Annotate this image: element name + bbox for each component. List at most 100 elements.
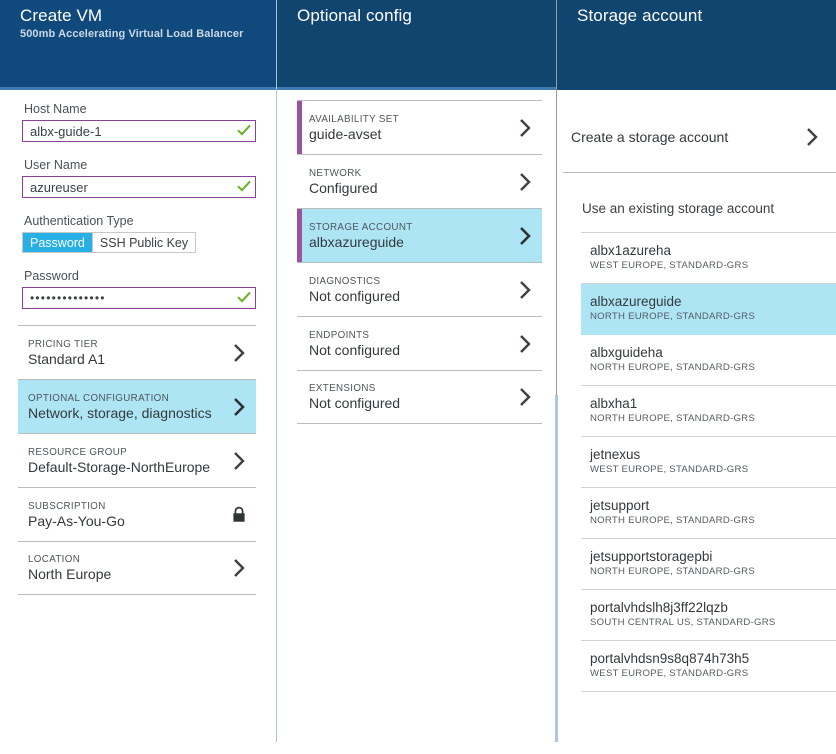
row-label: DIAGNOSTICS <box>309 275 381 287</box>
row-optional-configuration[interactable]: OPTIONAL CONFIGURATION Network, storage,… <box>18 379 256 433</box>
storage-account-meta: WEST EUROPE, STANDARD-GRS <box>590 668 749 679</box>
chevron-right-icon[interactable] <box>222 451 256 471</box>
list-item[interactable]: albxha1 NORTH EUROPE, STANDARD-GRS <box>581 386 836 437</box>
chevron-right-icon[interactable] <box>508 226 542 246</box>
row-value: Not configured <box>309 395 401 411</box>
create-storage-account-label: Create a storage account <box>571 129 729 145</box>
host-name-input[interactable]: albx-guide-1 <box>22 120 256 142</box>
row-value: Default-Storage-NorthEurope <box>28 458 211 475</box>
optional-config-title: Optional config <box>297 6 412 25</box>
row-diagnostics[interactable]: DIAGNOSTICS Not configured <box>297 262 542 316</box>
blade-create-vm: Create VM 500mb Accelerating Virtual Loa… <box>0 0 276 742</box>
storage-account-name: jetsupport <box>590 498 650 513</box>
row-label: OPTIONAL CONFIGURATION <box>28 392 170 404</box>
chevron-right-icon[interactable] <box>508 172 542 192</box>
chevron-right-icon[interactable] <box>222 397 256 417</box>
storage-account-name: jetsupportstoragepbi <box>590 549 713 564</box>
password-input[interactable]: •••••••••••••• <box>22 287 256 309</box>
row-value: albxazureguide <box>309 233 404 250</box>
auth-type-toggle[interactable]: Password SSH Public Key <box>22 232 197 253</box>
row-label: PRICING TIER <box>28 338 98 350</box>
optional-config-rows: AVAILABILITY SET guide-avset NETWORK Con… <box>277 100 556 424</box>
host-name-label: Host Name <box>24 102 87 116</box>
optional-config-body: AVAILABILITY SET guide-avset NETWORK Con… <box>277 100 556 752</box>
row-availability-set[interactable]: AVAILABILITY SET guide-avset <box>297 100 542 154</box>
row-label: SUBSCRIPTION <box>28 500 106 512</box>
blade-optional-config: Optional config AVAILABILITY SET guide-a… <box>276 0 556 742</box>
row-value: guide-avset <box>309 125 382 142</box>
row-storage-account[interactable]: STORAGE ACCOUNT albxazureguide <box>297 208 542 262</box>
storage-account-name: albx1azureha <box>590 243 672 258</box>
storage-account-name: albxazureguide <box>590 294 682 309</box>
check-icon <box>233 124 255 138</box>
row-location[interactable]: LOCATION North Europe <box>18 541 256 595</box>
storage-account-meta: NORTH EUROPE, STANDARD-GRS <box>590 311 755 322</box>
row-value: Configured <box>309 179 378 196</box>
chevron-right-icon[interactable] <box>508 334 542 354</box>
create-vm-header: Create VM 500mb Accelerating Virtual Loa… <box>0 0 276 90</box>
row-label: RESOURCE GROUP <box>28 446 128 458</box>
row-label: EXTENSIONS <box>309 383 376 394</box>
row-label: STORAGE ACCOUNT <box>309 221 413 233</box>
list-item[interactable]: albxazureguide NORTH EUROPE, STANDARD-GR… <box>581 284 836 335</box>
row-value: Pay-As-You-Go <box>28 512 125 529</box>
storage-account-name: albxha1 <box>590 396 638 411</box>
password-value[interactable]: •••••••••••••• <box>23 291 233 305</box>
row-value: Standard A1 <box>28 350 106 367</box>
blade-storage-account: Storage account Create a storage account… <box>555 0 836 742</box>
password-label: Password <box>24 269 79 283</box>
chevron-right-icon[interactable] <box>222 343 256 363</box>
list-item[interactable]: portalvhdslh8j3ff22lqzb SOUTH CENTRAL US… <box>581 590 836 641</box>
lock-icon <box>231 506 247 523</box>
auth-type-option-ssh[interactable]: SSH Public Key <box>91 233 195 252</box>
row-subscription: SUBSCRIPTION Pay-As-You-Go <box>18 487 256 541</box>
storage-account-name: portalvhdsn9s8q874h73h5 <box>590 651 750 666</box>
storage-account-title: Storage account <box>577 6 703 25</box>
create-vm-body: Host Name albx-guide-1 User Name azureus… <box>0 90 276 742</box>
chevron-right-icon[interactable] <box>508 387 542 407</box>
row-value: Network, storage, diagnostics <box>28 404 212 421</box>
check-icon <box>233 291 255 305</box>
list-item[interactable]: jetsupport NORTH EUROPE, STANDARD-GRS <box>581 488 836 539</box>
chevron-right-icon[interactable] <box>806 127 836 147</box>
row-label: NETWORK <box>309 167 362 179</box>
create-storage-account-button[interactable]: Create a storage account <box>563 102 836 173</box>
row-network[interactable]: NETWORK Configured <box>297 154 542 208</box>
row-resource-group[interactable]: RESOURCE GROUP Default-Storage-NorthEuro… <box>18 433 256 487</box>
row-endpoints[interactable]: ENDPOINTS Not configured <box>297 316 542 370</box>
row-pricing-tier[interactable]: PRICING TIER Standard A1 <box>18 325 256 379</box>
list-item[interactable]: jetnexus WEST EUROPE, STANDARD-GRS <box>581 437 836 488</box>
create-vm-subtitle: 500mb Accelerating Virtual Load Balancer <box>20 28 244 40</box>
user-name-value[interactable]: azureuser <box>23 180 233 195</box>
auth-type-label: Authentication Type <box>24 214 134 228</box>
storage-account-meta: NORTH EUROPE, STANDARD-GRS <box>590 362 755 373</box>
row-label: ENDPOINTS <box>309 329 370 341</box>
list-item[interactable]: portalvhdsn9s8q874h73h5 WEST EUROPE, STA… <box>581 641 836 692</box>
azure-portal-blades: Create VM 500mb Accelerating Virtual Loa… <box>0 0 836 742</box>
row-extensions[interactable]: EXTENSIONS Not configured <box>297 370 542 424</box>
use-existing-storage-account-title: Use an existing storage account <box>582 201 775 216</box>
storage-account-name: jetnexus <box>590 447 641 462</box>
list-item[interactable]: albx1azureha WEST EUROPE, STANDARD-GRS <box>581 233 836 284</box>
list-item[interactable]: jetsupportstoragepbi NORTH EUROPE, STAND… <box>581 539 836 590</box>
storage-account-meta: SOUTH CENTRAL US, STANDARD-GRS <box>590 617 776 628</box>
storage-account-body: Create a storage account Use an existing… <box>557 102 836 754</box>
storage-account-meta: NORTH EUROPE, STANDARD-GRS <box>590 566 755 577</box>
user-name-input[interactable]: azureuser <box>22 176 256 198</box>
row-accent-bar <box>297 101 302 154</box>
chevron-right-icon[interactable] <box>222 558 256 578</box>
auth-type-option-password[interactable]: Password <box>23 233 92 252</box>
row-value: Not configured <box>309 287 401 304</box>
chevron-right-icon[interactable] <box>508 118 542 138</box>
create-vm-form: Host Name albx-guide-1 User Name azureus… <box>0 90 276 309</box>
list-item[interactable]: albxguideha NORTH EUROPE, STANDARD-GRS <box>581 335 836 386</box>
host-name-value[interactable]: albx-guide-1 <box>23 124 233 139</box>
storage-account-meta: NORTH EUROPE, STANDARD-GRS <box>590 413 755 424</box>
chevron-right-icon[interactable] <box>508 280 542 300</box>
storage-account-name: albxguideha <box>590 345 663 360</box>
optional-config-header: Optional config <box>277 0 556 90</box>
storage-account-meta: WEST EUROPE, STANDARD-GRS <box>590 260 749 271</box>
storage-account-meta: WEST EUROPE, STANDARD-GRS <box>590 464 749 475</box>
